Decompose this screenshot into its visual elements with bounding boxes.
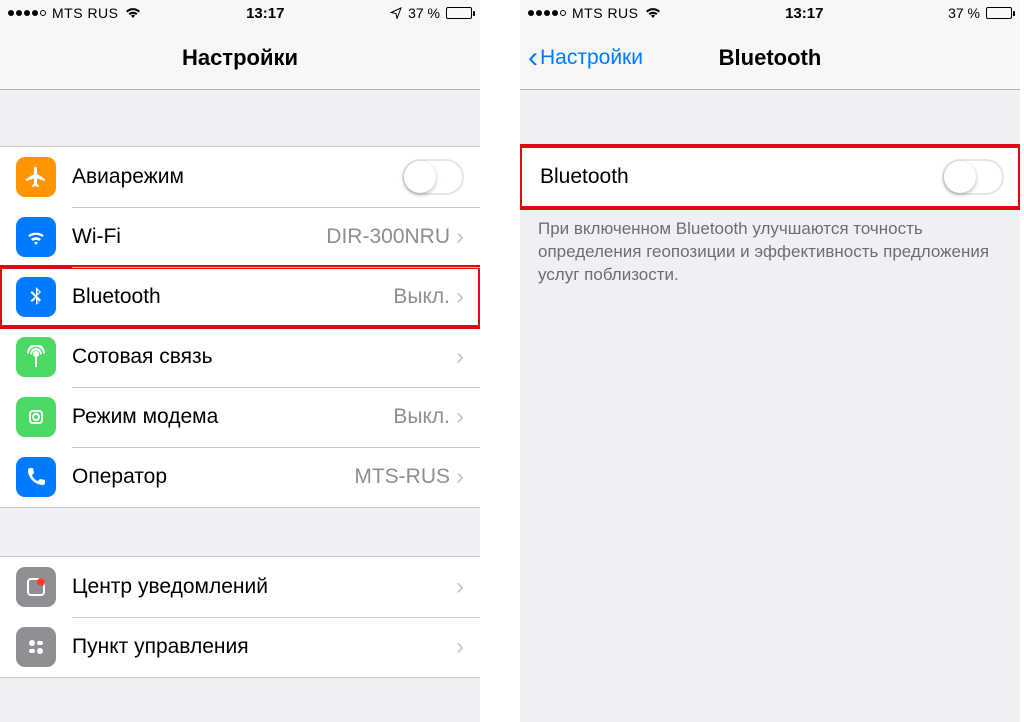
- navbar: Настройки: [0, 26, 480, 90]
- row-label: Режим модема: [72, 405, 218, 429]
- status-bar: MTS RUS 13:17 37 %: [0, 0, 480, 26]
- row-value: DIR-300NRU: [326, 225, 450, 249]
- bluetooth-toggle-group: Bluetooth: [520, 146, 1020, 208]
- settings-screen: MTS RUS 13:17 37 % Настройки Авиарежим: [0, 0, 480, 722]
- battery-percent: 37 %: [408, 5, 440, 21]
- chevron-right-icon: ›: [456, 633, 464, 661]
- hotspot-icon: [16, 397, 56, 437]
- cellular-icon: [16, 337, 56, 377]
- wifi-icon: [645, 7, 661, 19]
- chevron-right-icon: ›: [456, 463, 464, 491]
- battery-percent: 37 %: [948, 5, 980, 21]
- row-label: Пункт управления: [72, 635, 249, 659]
- row-airplane-mode[interactable]: Авиарежим: [0, 147, 480, 207]
- phone-icon: [16, 457, 56, 497]
- row-cellular[interactable]: Сотовая связь ›: [0, 327, 480, 387]
- chevron-right-icon: ›: [456, 343, 464, 371]
- bluetooth-hint: При включенном Bluetooth улучшаются точн…: [520, 208, 1020, 297]
- row-label: Bluetooth: [540, 165, 629, 189]
- back-button[interactable]: ‹ Настройки: [528, 26, 643, 89]
- bluetooth-icon: [16, 277, 56, 317]
- page-title: Bluetooth: [719, 45, 822, 71]
- airplane-icon: [16, 157, 56, 197]
- carrier-label: MTS RUS: [572, 5, 639, 21]
- chevron-right-icon: ›: [456, 573, 464, 601]
- clock: 13:17: [246, 5, 284, 22]
- bluetooth-content: Bluetooth При включенном Bluetooth улучш…: [520, 90, 1020, 722]
- settings-list: Авиарежим Wi-Fi DIR-300NRU › Bluetooth: [0, 90, 480, 722]
- chevron-right-icon: ›: [456, 223, 464, 251]
- row-label: Авиарежим: [72, 165, 184, 189]
- airplane-toggle[interactable]: [402, 159, 464, 195]
- row-carrier[interactable]: Оператор MTS-RUS ›: [0, 447, 480, 507]
- row-notifications[interactable]: Центр уведомлений ›: [0, 557, 480, 617]
- bluetooth-screen: MTS RUS 13:17 37 % ‹ Настройки Bluetooth…: [520, 0, 1020, 722]
- wifi-icon: [125, 7, 141, 19]
- row-hotspot[interactable]: Режим модема Выкл. ›: [0, 387, 480, 447]
- navbar: ‹ Настройки Bluetooth: [520, 26, 1020, 90]
- row-control-center[interactable]: Пункт управления ›: [0, 617, 480, 677]
- chevron-left-icon: ‹: [528, 43, 538, 73]
- location-icon: [390, 7, 402, 19]
- chevron-right-icon: ›: [456, 403, 464, 431]
- row-label: Оператор: [72, 465, 167, 489]
- battery-icon: [446, 7, 472, 19]
- status-bar: MTS RUS 13:17 37 %: [520, 0, 1020, 26]
- row-value: Выкл.: [393, 285, 450, 309]
- row-value: Выкл.: [393, 405, 450, 429]
- notifications-icon: [16, 567, 56, 607]
- settings-group-system: Центр уведомлений › Пункт управления ›: [0, 556, 480, 678]
- settings-group-connectivity: Авиарежим Wi-Fi DIR-300NRU › Bluetooth: [0, 146, 480, 508]
- row-label: Bluetooth: [72, 285, 161, 309]
- signal-dots-icon: [528, 10, 566, 16]
- back-label: Настройки: [540, 46, 643, 70]
- row-wifi[interactable]: Wi-Fi DIR-300NRU ›: [0, 207, 480, 267]
- row-value: MTS-RUS: [354, 465, 450, 489]
- row-label: Wi-Fi: [72, 225, 121, 249]
- control-center-icon: [16, 627, 56, 667]
- signal-dots-icon: [8, 10, 46, 16]
- wifi-settings-icon: [16, 217, 56, 257]
- chevron-right-icon: ›: [456, 283, 464, 311]
- row-bluetooth[interactable]: Bluetooth Выкл. ›: [0, 267, 480, 327]
- carrier-label: MTS RUS: [52, 5, 119, 21]
- row-label: Сотовая связь: [72, 345, 213, 369]
- clock: 13:17: [785, 5, 823, 22]
- bluetooth-toggle[interactable]: [942, 159, 1004, 195]
- page-title: Настройки: [182, 45, 298, 71]
- battery-icon: [986, 7, 1012, 19]
- row-label: Центр уведомлений: [72, 575, 268, 599]
- row-bluetooth-toggle[interactable]: Bluetooth: [520, 147, 1020, 207]
